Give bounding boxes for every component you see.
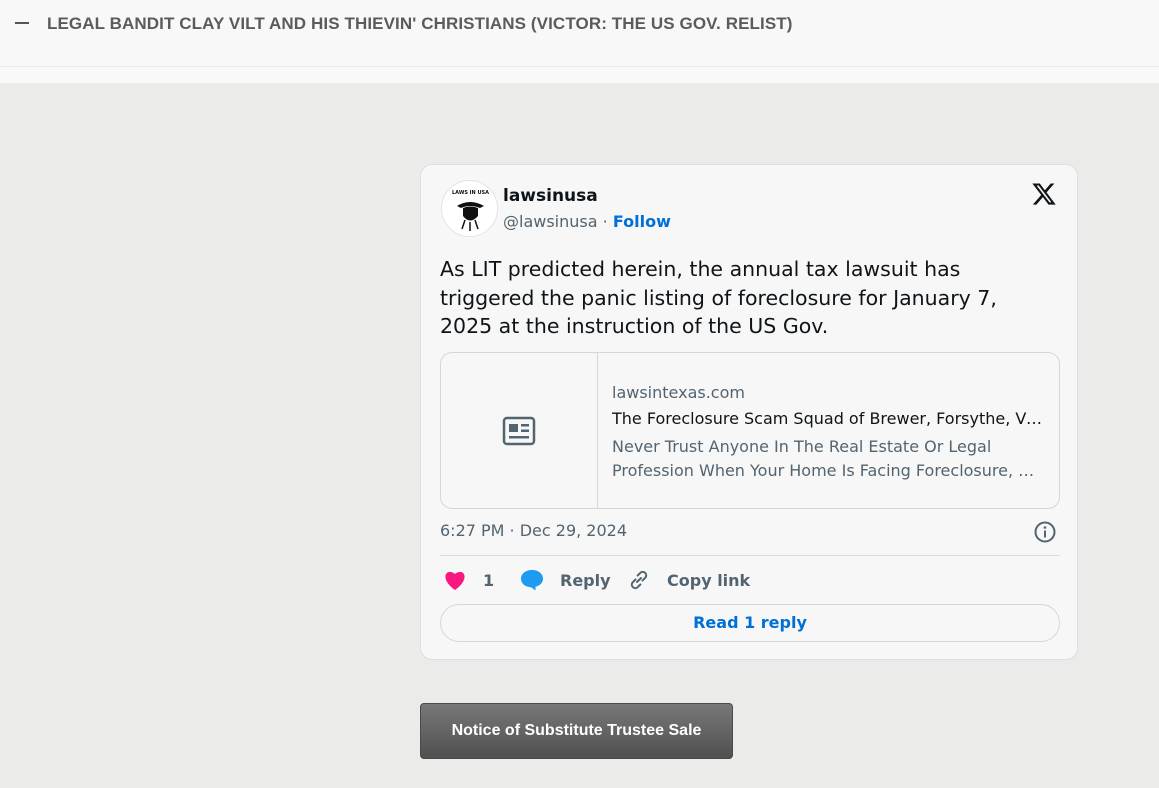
follow-button[interactable]: Follow: [613, 212, 671, 231]
heart-icon: [445, 571, 465, 590]
x-logo-icon[interactable]: [1031, 181, 1057, 207]
link-title: The Foreclosure Scam Squad of Brewer, Fo…: [612, 409, 1042, 428]
tweet-timestamp[interactable]: 6:27 PM · Dec 29, 2024: [440, 521, 627, 540]
header-spacer: [0, 67, 1159, 83]
reply-label: Reply: [560, 570, 611, 590]
handle-row: @lawsinusa · Follow: [503, 212, 671, 231]
user-name[interactable]: lawsinusa: [503, 186, 598, 206]
link-description-line: Profession When Your Home Is Facing Fore…: [612, 461, 1042, 480]
laws-in-usa-logo-icon: LAWS IN USA: [443, 182, 497, 236]
avatar[interactable]: LAWS IN USA: [441, 180, 498, 237]
collapse-minus-icon[interactable]: [15, 22, 29, 24]
info-icon[interactable]: [1033, 520, 1057, 544]
like-count: 1: [483, 570, 495, 590]
link-icon: [630, 570, 648, 590]
copy-link-label: Copy link: [667, 570, 751, 590]
link-thumbnail: [441, 353, 598, 508]
newspaper-icon: [502, 416, 536, 446]
link-description: Never Trust Anyone In The Real Estate Or…: [612, 435, 1042, 483]
link-domain: lawsintexas.com: [612, 383, 745, 402]
divider: [440, 555, 1060, 556]
section-title: LEGAL BANDIT CLAY VILT AND HIS THIEVIN' …: [47, 14, 793, 33]
section-header[interactable]: LEGAL BANDIT CLAY VILT AND HIS THIEVIN' …: [0, 0, 1159, 67]
like-button[interactable]: 1: [443, 566, 494, 594]
link-description-line: Never Trust Anyone In The Real Estate Or…: [612, 437, 992, 456]
avatar-logo-text: LAWS IN USA: [452, 190, 489, 196]
notice-trustee-sale-button[interactable]: Notice of Substitute Trustee Sale: [420, 703, 733, 759]
handle-separator: ·: [602, 212, 608, 231]
tweet-text: As LIT predicted herein, the annual tax …: [440, 257, 997, 338]
read-reply-button[interactable]: Read 1 reply: [440, 604, 1060, 642]
embedded-tweet: LAWS IN USA lawsinusa @lawsinusa · Follo…: [420, 164, 1078, 660]
copy-link-button[interactable]: Copy link: [627, 566, 750, 594]
user-handle[interactable]: @lawsinusa: [503, 212, 598, 231]
speech-bubble-icon: [521, 570, 543, 591]
link-preview-card[interactable]: lawsintexas.com The Foreclosure Scam Squ…: [440, 352, 1060, 509]
reply-button[interactable]: Reply: [520, 566, 611, 594]
